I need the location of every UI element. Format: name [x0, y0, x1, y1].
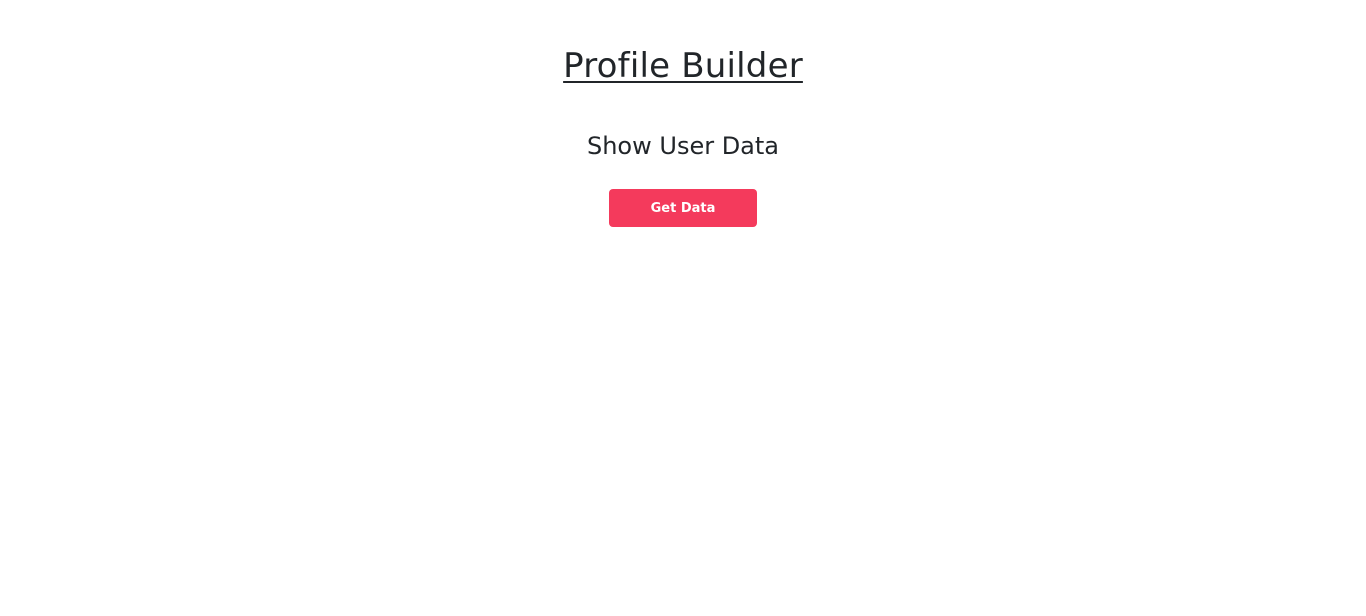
page-title: Profile Builder [563, 46, 803, 86]
page-container: Profile Builder Show User Data Get Data [0, 0, 1366, 616]
get-data-button[interactable]: Get Data [609, 189, 757, 227]
section-subtitle: Show User Data [586, 132, 780, 160]
